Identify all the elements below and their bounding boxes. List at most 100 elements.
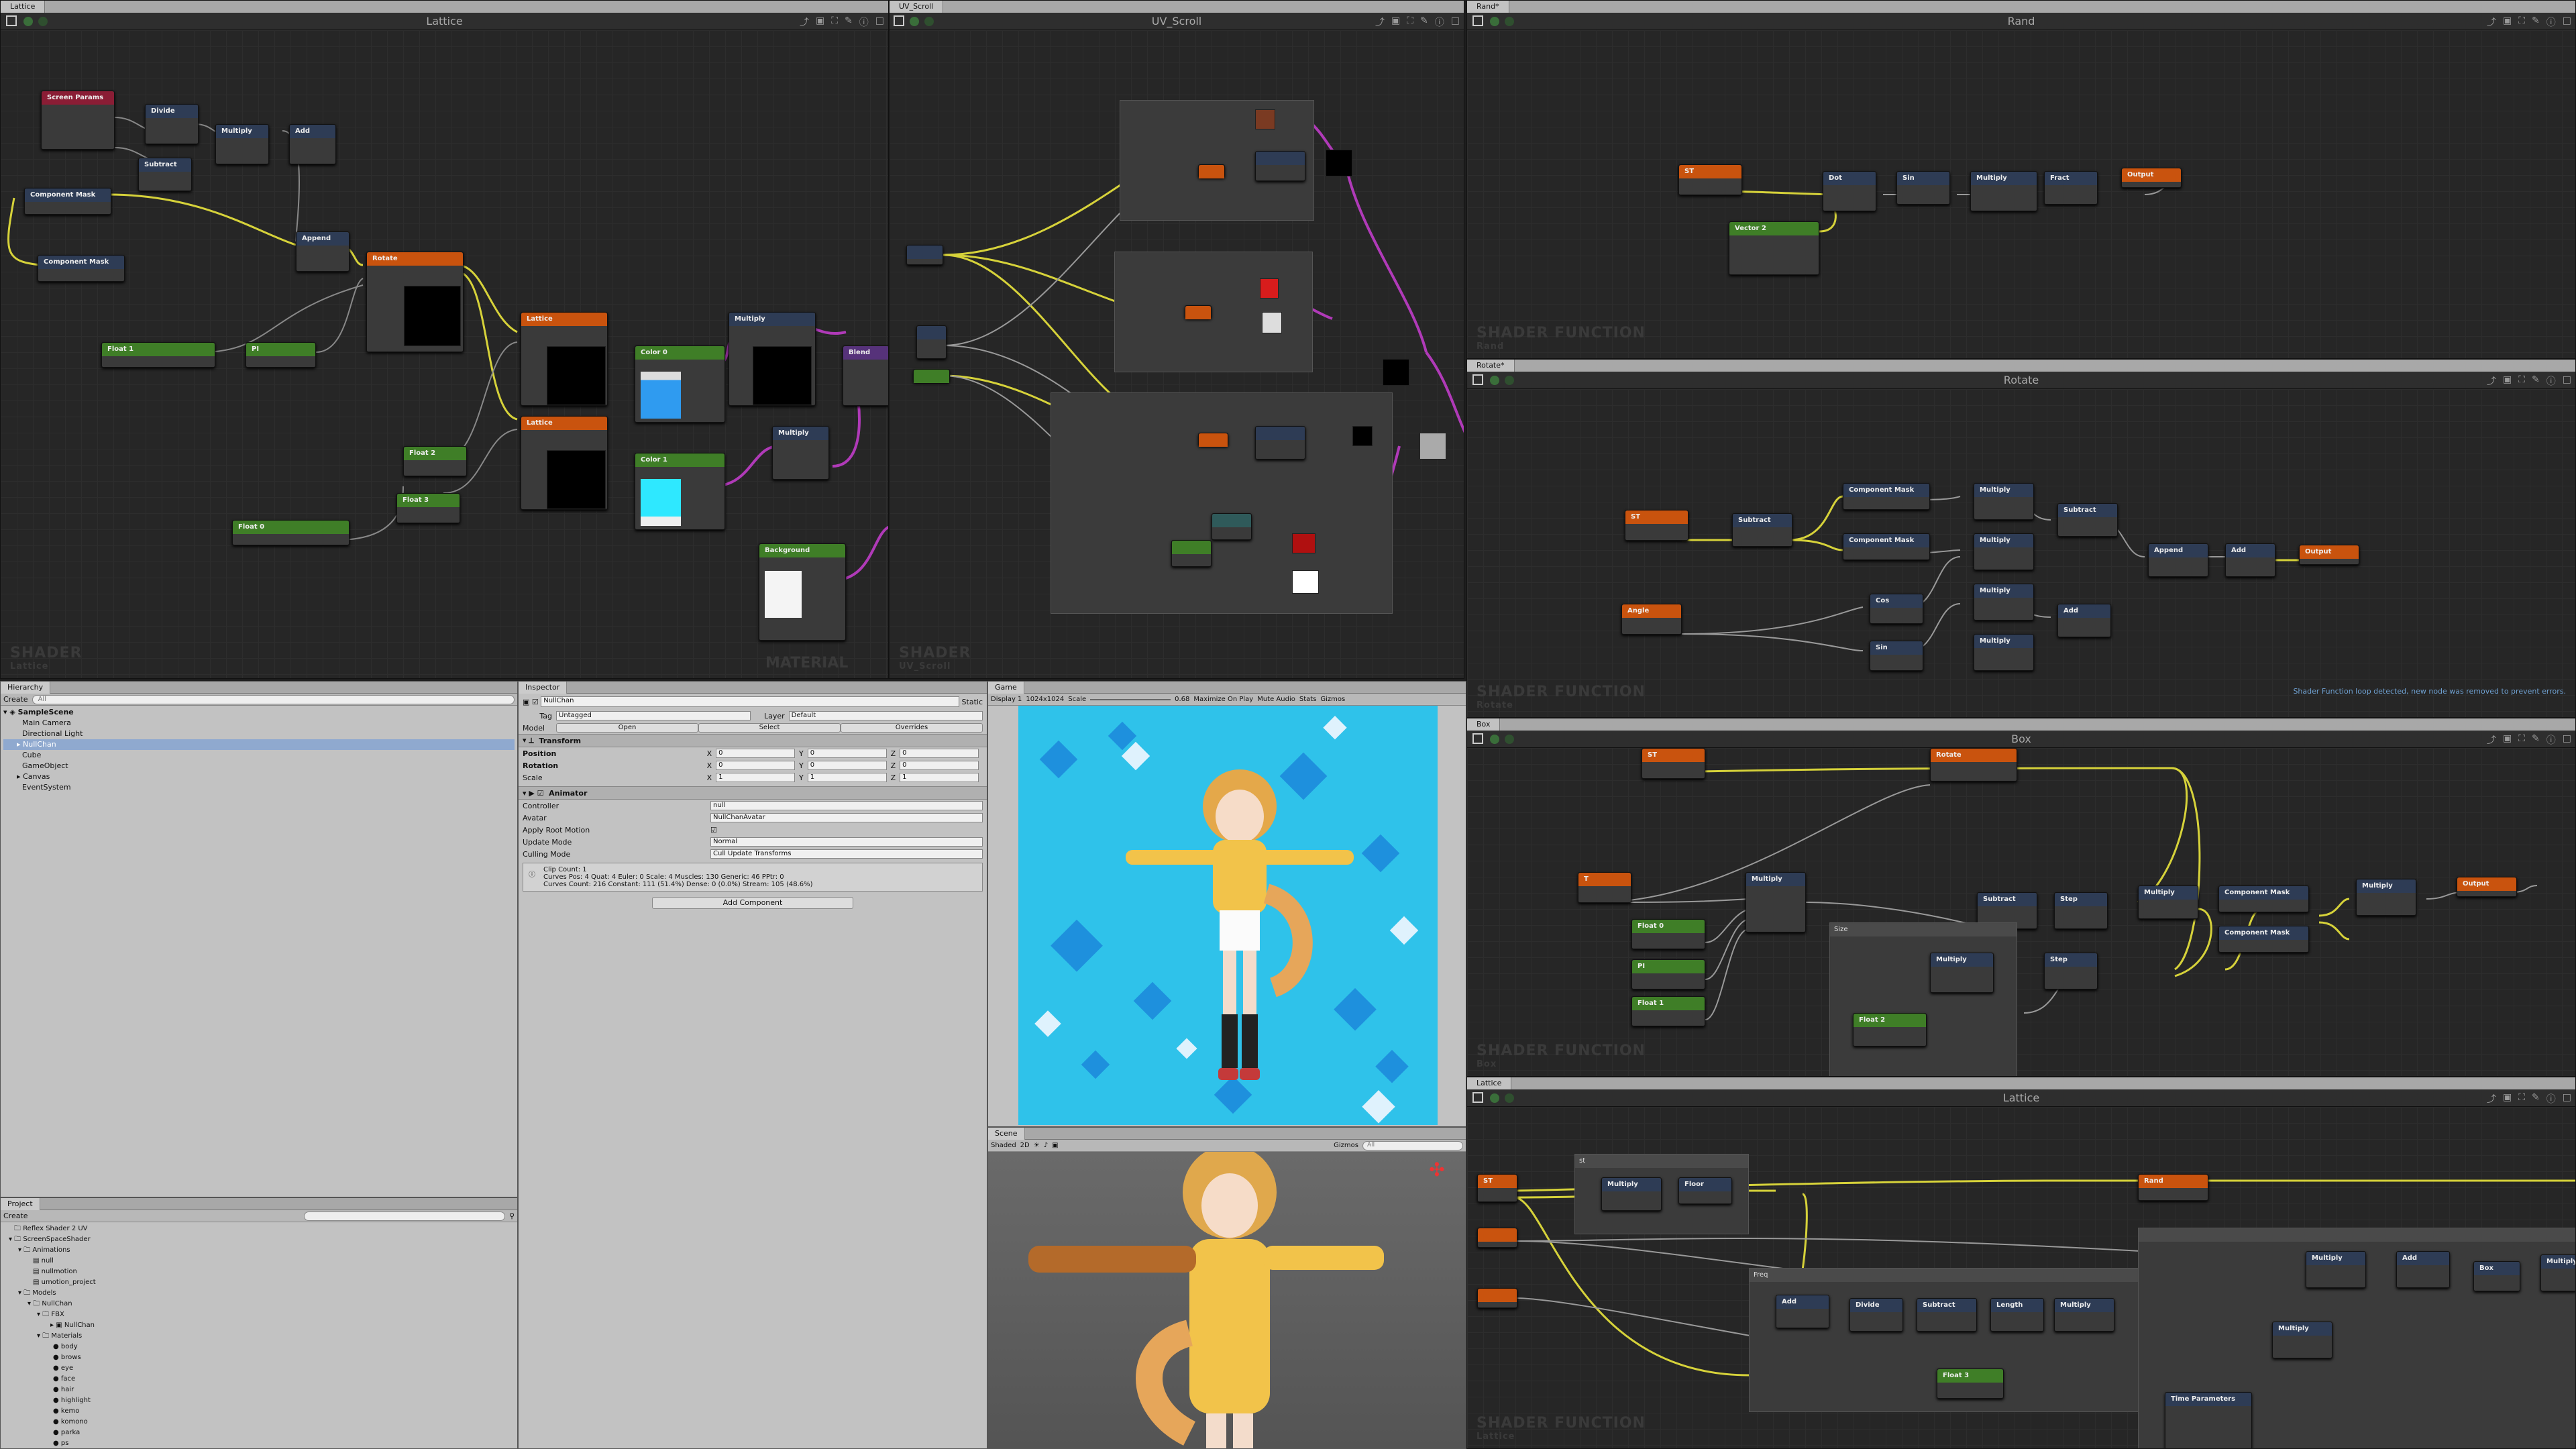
info-icon[interactable]: ⓘ [2546,733,2556,747]
tab-hierarchy[interactable]: Hierarchy [1,682,51,694]
audio-icon[interactable]: ♪ [1044,1142,1048,1149]
tree-item[interactable]: ● kemo [3,1406,515,1417]
node-component-mask-2[interactable]: Component Mask [2218,926,2309,953]
node-divide[interactable]: Divide [145,104,199,144]
node-blend[interactable]: Blend [843,345,888,406]
display-dropdown[interactable]: Display 1 [991,696,1022,703]
node-canvas[interactable]: Screen Params Divide Multiply Add Subtra… [1,30,888,678]
tree-item[interactable]: 🗀 Reflex Shader 2 UV [3,1224,515,1234]
tree-item[interactable]: ▤ null [3,1256,515,1267]
node-multiply-3[interactable]: Multiply [1974,584,2034,621]
node-multiply-2[interactable]: Multiply [1974,533,2034,570]
node-green-1[interactable] [1171,540,1212,567]
node-dot[interactable]: Dot [1823,171,1876,211]
node-teal-1[interactable] [1212,513,1252,540]
tree-item[interactable]: Cube [3,750,515,761]
controller-field[interactable]: null [710,801,983,810]
node-multiply-2[interactable]: Multiply [2054,1298,2114,1332]
node-orange-1[interactable] [1198,164,1225,178]
node-background[interactable]: Background [759,543,846,641]
tree-item-selected[interactable]: ▸ NullChan [3,739,515,750]
maximize-icon[interactable]: □ [2563,15,2571,29]
overrides-button[interactable]: Overrides [841,723,983,733]
tree-item[interactable]: ● face [3,1374,515,1385]
tree-item[interactable]: ▾ 🗀 Animations [3,1245,515,1256]
gizmos-toggle[interactable]: Gizmos [1320,696,1345,703]
node-floor[interactable]: Floor [1678,1177,1732,1204]
node-output[interactable]: Output [2457,877,2517,897]
create-dropdown[interactable]: Create [3,1212,28,1220]
scene-render[interactable]: ✣ [988,1145,1466,1448]
node-blue-1[interactable] [1255,151,1305,181]
tree-item[interactable]: Directional Light [3,729,515,739]
node-multiply[interactable]: Multiply [1970,171,2037,211]
tree-item[interactable]: ▸ Canvas [3,771,515,782]
node-add[interactable]: Add [1776,1295,1829,1328]
node-canvas[interactable]: ST Dot Sin Multiply Fract Output Vector … [1467,30,2575,358]
node-component-mask-1[interactable]: Component Mask [2218,885,2309,912]
pos-z[interactable]: 0 [900,749,979,758]
info-icon[interactable]: ⓘ [2546,374,2556,388]
tree-item[interactable]: ▾ 🗀 ScreenSpaceShader [3,1234,515,1245]
node-output[interactable]: Output [2299,545,2359,565]
node-lattice-1[interactable]: Lattice [521,312,608,406]
tree-item[interactable]: ● eye [3,1363,515,1374]
node-length[interactable]: Length [1990,1298,2044,1332]
node-multiply-4[interactable]: Multiply [2540,1254,2575,1291]
node-add-1[interactable]: Add [289,124,336,164]
node-multiply-2[interactable]: Multiply [2138,885,2198,919]
tab-lattice-fn[interactable]: Lattice [1467,1077,1512,1089]
node-canvas[interactable]: ST st Multiply Floor Rand Freq Add Divid… [1467,1107,2575,1448]
tab-rand[interactable]: Rand* [1467,1,1509,13]
node-multiply-5[interactable]: Multiply [2272,1322,2332,1358]
node-canvas[interactable]: SHADER UV_Scroll [890,30,1464,678]
stats-toggle[interactable]: Stats [1299,696,1317,703]
node-rotate[interactable]: Rotate [366,252,464,352]
tab-game[interactable]: Game [988,682,1024,694]
node-multiply-4[interactable]: Multiply [1930,953,1994,993]
node-color-0[interactable]: Color 0 [635,345,725,423]
node-orange-2[interactable] [1477,1228,1517,1248]
node-canvas[interactable]: ST Rotate T Multiply Subtract Step Step … [1467,748,2575,1076]
group-3[interactable] [1051,392,1393,614]
node-rand[interactable]: Rand [2138,1174,2208,1201]
camera-icon[interactable]: ▣ [2503,374,2512,388]
pos-y[interactable]: 0 [807,749,887,758]
share-icon[interactable]: ⤴ [2487,15,2496,29]
node-float-2[interactable]: Float 2 [403,446,467,476]
tree-item[interactable]: ▤ nullmotion [3,1267,515,1277]
game-render[interactable] [1018,706,1438,1125]
open-button[interactable]: Open [556,723,698,733]
shading-dropdown[interactable]: Shaded [991,1142,1016,1149]
node-lattice-2[interactable]: Lattice [521,416,608,510]
maximize-icon[interactable]: □ [2563,733,2571,747]
tree-item[interactable]: ▸ ▣ NullChan [3,1320,515,1331]
node-component-mask-2[interactable]: Component Mask [1843,533,1930,560]
effects-icon[interactable]: ▣ [1052,1142,1058,1149]
tree-item[interactable]: ● ps [3,1438,515,1448]
node-multiply-1[interactable]: Multiply [1974,483,2034,520]
node-divide[interactable]: Divide [1849,1298,1903,1332]
tree-item[interactable]: ● komono [3,1417,515,1428]
node-float-1[interactable]: Float 1 [1631,996,1705,1026]
node-float-2[interactable]: Float 2 [1853,1013,1927,1046]
hierarchy-search[interactable]: All [32,694,515,704]
maximize-icon[interactable]: □ [2563,1092,2571,1106]
node-t[interactable]: T [1578,872,1631,903]
node-subtract[interactable]: Subtract [138,158,192,191]
info-icon[interactable]: ⓘ [2546,1092,2556,1106]
tree-item[interactable]: GameObject [3,761,515,771]
group-2[interactable] [1114,252,1313,372]
pos-x[interactable]: 0 [716,749,796,758]
node-component-mask-1[interactable]: Component Mask [1843,483,1930,510]
node-time[interactable] [916,325,947,359]
node-float[interactable] [913,369,950,383]
share-icon[interactable]: ⤴ [2487,374,2496,388]
node-multiply-1[interactable]: Multiply [1746,872,1806,932]
node-multiply-2[interactable]: Multiply [729,312,816,406]
info-icon[interactable]: ⓘ [2546,15,2556,29]
node-float-0[interactable]: Float 0 [232,520,350,545]
brush-icon[interactable]: ✎ [2532,1092,2540,1106]
share-icon[interactable]: ⤴ [2487,1092,2496,1106]
node-float-3[interactable]: Float 3 [396,493,460,523]
